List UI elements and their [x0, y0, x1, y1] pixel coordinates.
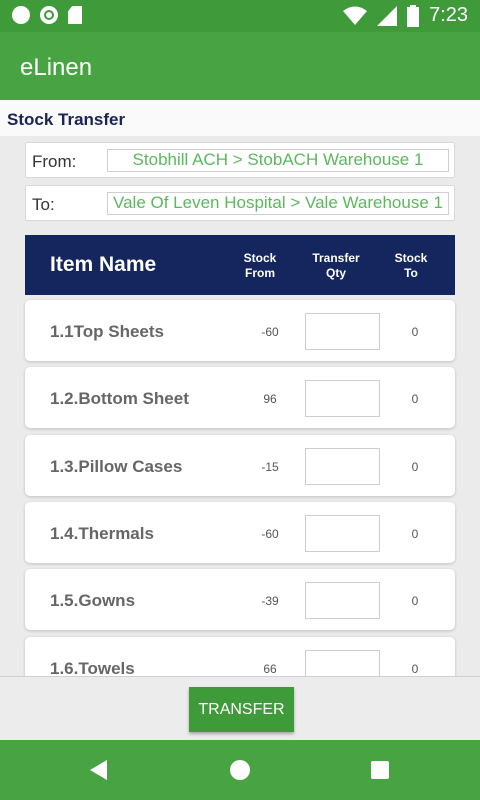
transfer-qty-input[interactable] — [305, 582, 380, 619]
stock-to-value: 0 — [411, 594, 419, 608]
status-time: 7:23 — [429, 4, 468, 26]
item-list[interactable]: 1.1Top Sheets -60 0 1.2.Bottom Sheet 96 … — [0, 298, 480, 676]
transfer-qty-input[interactable] — [305, 515, 380, 552]
transfer-button[interactable]: TRANSFER — [189, 687, 294, 732]
table-header: Item Name Stock From Transfer Qty Stock To — [25, 235, 455, 295]
cellular-signal-icon — [377, 5, 398, 26]
sync-ring-icon — [40, 6, 58, 24]
header-stock-from: Stock From — [243, 251, 277, 280]
item-name: 1.5.Gowns — [50, 591, 136, 610]
action-panel: TRANSFER — [0, 676, 480, 740]
to-field-card: To: Vale Of Leven Hospital > Vale Wareho… — [25, 185, 455, 221]
item-name: 1.1Top Sheets — [50, 322, 164, 341]
status-bar: 7:23 — [0, 0, 480, 32]
table-row: 1.4.Thermals -60 0 — [25, 502, 455, 563]
section-header: Stock Transfer — [0, 100, 480, 136]
to-label: To: — [32, 195, 55, 214]
stock-from-value: -39 — [261, 594, 279, 608]
stock-to-value: 0 — [411, 392, 419, 406]
stock-from-value: 66 — [263, 662, 277, 676]
recents-icon[interactable] — [371, 761, 389, 779]
table-row: 1.1Top Sheets -60 0 — [25, 300, 455, 361]
status-left-icons — [12, 6, 82, 24]
stock-to-value: 0 — [411, 662, 419, 676]
home-icon[interactable] — [230, 760, 250, 780]
stock-to-value: 0 — [411, 325, 419, 339]
navigation-bar — [0, 740, 480, 800]
from-location-selector[interactable]: Stobhill ACH > StobACH Warehouse 1 — [107, 149, 449, 172]
from-label: From: — [32, 152, 77, 171]
table-row: 1.6.Towels 66 0 — [25, 637, 455, 676]
item-name: 1.3.Pillow Cases — [50, 457, 183, 476]
notification-dot-icon — [12, 6, 30, 24]
app-bar: eLinen — [0, 32, 480, 100]
back-icon[interactable] — [90, 760, 107, 780]
header-stock-to: Stock To — [394, 251, 428, 280]
stock-from-value: 96 — [263, 392, 277, 406]
stock-to-value: 0 — [411, 460, 419, 474]
table-row: 1.2.Bottom Sheet 96 0 — [25, 367, 455, 428]
item-name: 1.6.Towels — [50, 659, 135, 676]
status-right-icons: 7:23 — [343, 4, 468, 27]
stock-from-value: -60 — [261, 527, 279, 541]
stock-to-value: 0 — [411, 527, 419, 541]
to-location-selector[interactable]: Vale Of Leven Hospital > Vale Warehouse … — [107, 192, 449, 215]
transfer-qty-input[interactable] — [305, 448, 380, 485]
transfer-qty-input[interactable] — [305, 650, 380, 676]
page-title: Stock Transfer — [7, 110, 126, 129]
transfer-qty-input[interactable] — [305, 380, 380, 417]
table-row: 1.3.Pillow Cases -15 0 — [25, 435, 455, 496]
app-title: eLinen — [20, 54, 93, 81]
header-item-name: Item Name — [50, 253, 157, 276]
stock-from-value: -15 — [261, 460, 279, 474]
header-transfer-qty: Transfer Qty — [312, 251, 360, 280]
stock-from-value: -60 — [261, 325, 279, 339]
battery-icon — [407, 4, 420, 27]
item-name: 1.2.Bottom Sheet — [50, 389, 189, 408]
wifi-icon — [343, 6, 368, 25]
table-row: 1.5.Gowns -39 0 — [25, 569, 455, 630]
from-field-card: From: Stobhill ACH > StobACH Warehouse 1 — [25, 142, 455, 178]
item-name: 1.4.Thermals — [50, 524, 154, 543]
transfer-qty-input[interactable] — [305, 313, 380, 350]
sd-card-icon — [68, 6, 82, 24]
